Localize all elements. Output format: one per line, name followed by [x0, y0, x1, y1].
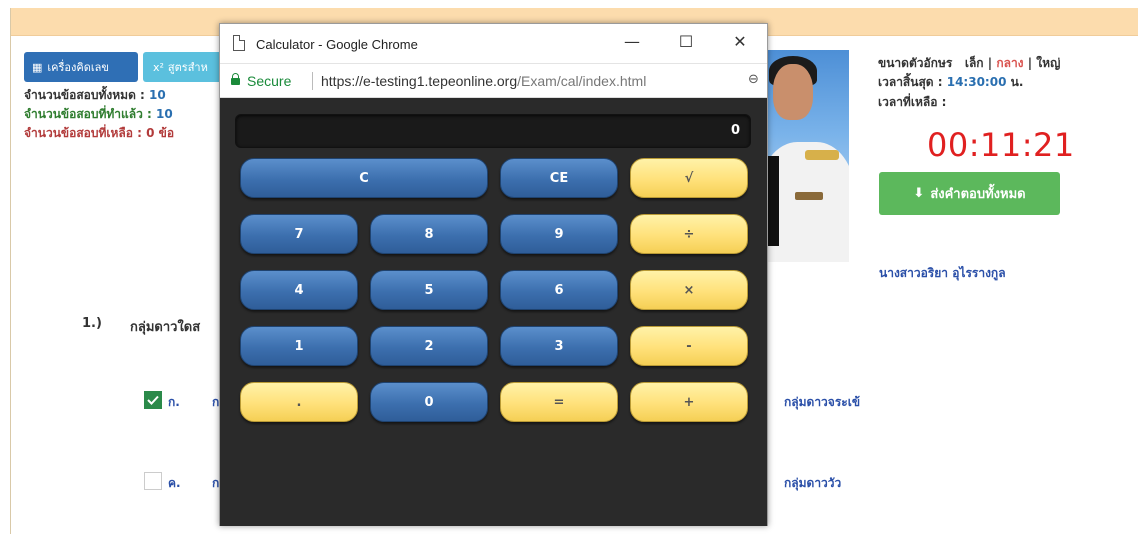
url-separator — [312, 72, 313, 90]
stat-total-value: 10 — [149, 88, 166, 102]
stat-remaining: จำนวนข้อสอบที่เหลือ : 0 ข้อ — [24, 124, 174, 143]
time-left-label: เวลาที่เหลือ : — [878, 95, 947, 109]
stat-remaining-label: จำนวนข้อสอบที่เหลือ : — [24, 126, 147, 140]
stat-total: จำนวนข้อสอบทั้งหมด : 10 — [24, 86, 166, 105]
key-9[interactable]: 9 — [500, 214, 618, 254]
url-text[interactable]: https://e-testing1.tepeonline.org/Exam/c… — [321, 73, 646, 89]
key-3[interactable]: 3 — [500, 326, 618, 366]
lock-icon — [231, 73, 240, 85]
key-0[interactable]: 0 — [370, 382, 488, 422]
end-time-value: 14:30:00 — [946, 75, 1007, 89]
maximize-button[interactable]: ☐ — [670, 30, 702, 54]
font-large-link[interactable]: ใหญ่ — [1036, 56, 1060, 70]
key-5[interactable]: 5 — [370, 270, 488, 310]
calculator-popup-window[interactable]: Calculator - Google Chrome — ☐ ✕ Secure … — [219, 23, 768, 526]
option-a-checkbox[interactable] — [144, 391, 162, 409]
url-host: https://e-testing1.tepeonline.org — [321, 73, 518, 89]
key-8[interactable]: 8 — [370, 214, 488, 254]
secure-label: Secure — [247, 73, 292, 89]
key-clear[interactable]: C — [240, 158, 488, 198]
key-sqrt[interactable]: √ — [630, 158, 748, 198]
exam-page: ▦ เครื่องคิดเลข x² สูตรสำห จำนวนข้อสอบทั… — [0, 0, 1138, 534]
download-icon: ⬇ — [913, 186, 925, 201]
window-title: Calculator - Google Chrome — [256, 37, 418, 52]
key-6[interactable]: 6 — [500, 270, 618, 310]
calculator-button[interactable]: ▦ เครื่องคิดเลข — [24, 52, 138, 82]
font-medium-link[interactable]: กลาง — [996, 56, 1023, 70]
key-divide[interactable]: ÷ — [630, 214, 748, 254]
student-name: นางสาวอริยา อุไรรางกูล — [879, 266, 1006, 280]
question-number: 1.) — [82, 316, 102, 331]
window-titlebar[interactable]: Calculator - Google Chrome — ☐ ✕ — [220, 24, 767, 64]
formula-icon: x² — [153, 60, 164, 74]
countdown-timer: 00:11:21 — [927, 126, 1075, 164]
key-7[interactable]: 7 — [240, 214, 358, 254]
key-1[interactable]: 1 — [240, 326, 358, 366]
stat-total-label: จำนวนข้อสอบทั้งหมด : — [24, 88, 150, 102]
key-add[interactable]: + — [630, 382, 748, 422]
submit-all-label: ส่งคำตอบทั้งหมด — [930, 187, 1026, 202]
key-4[interactable]: 4 — [240, 270, 358, 310]
stat-done: จำนวนข้อสอบที่ทำแล้ว : 10 — [24, 105, 173, 124]
close-button[interactable]: ✕ — [724, 30, 756, 54]
key-decimal[interactable]: . — [240, 382, 358, 422]
option-c-checkbox[interactable] — [144, 472, 162, 490]
formula-button[interactable]: x² สูตรสำห — [143, 52, 223, 82]
stat-done-value: 10 — [156, 107, 173, 121]
end-time-unit: น. — [1006, 75, 1024, 89]
end-time-label: เวลาสิ้นสุด : — [878, 75, 947, 89]
option-c-label: ค. — [168, 476, 181, 490]
key-2[interactable]: 2 — [370, 326, 488, 366]
question-text: กลุ่มดาวใดส — [130, 320, 201, 335]
end-time: เวลาสิ้นสุด : 14:30:00 น. — [878, 73, 1023, 92]
key-equals[interactable]: = — [500, 382, 618, 422]
option-a-label: ก. — [168, 395, 180, 409]
url-path: /Exam/cal/index.html — [517, 73, 647, 89]
key-clear-entry[interactable]: CE — [500, 158, 618, 198]
zoom-icon[interactable]: ⊖ — [748, 72, 759, 87]
check-icon — [147, 395, 159, 405]
page-icon — [233, 35, 245, 51]
formula-button-label: สูตรสำห — [167, 61, 208, 74]
stat-remaining-value: 0 ข้อ — [146, 126, 175, 140]
submit-all-button[interactable]: ⬇ ส่งคำตอบทั้งหมด — [879, 172, 1060, 215]
option-d-text[interactable]: กลุ่มดาววัว — [784, 474, 841, 493]
minimize-button[interactable]: — — [616, 30, 648, 54]
key-multiply[interactable]: × — [630, 270, 748, 310]
calculator-body: 0 C CE √ 7 8 9 ÷ 4 5 6 × 1 2 3 - . 0 = + — [220, 98, 767, 526]
key-subtract[interactable]: - — [630, 326, 748, 366]
address-bar[interactable]: Secure https://e-testing1.tepeonline.org… — [220, 64, 767, 98]
font-small-link[interactable]: เล็ก — [965, 56, 984, 70]
font-size-label: ขนาดตัวอักษร — [878, 56, 953, 70]
calculator-button-label: เครื่องคิดเลข — [47, 61, 109, 74]
calculator-icon: ▦ — [32, 60, 43, 74]
option-b-text[interactable]: กลุ่มดาวจระเข้ — [784, 393, 860, 412]
stat-done-label: จำนวนข้อสอบที่ทำแล้ว : — [24, 107, 157, 121]
calculator-display: 0 — [235, 114, 751, 148]
font-size-selector: ขนาดตัวอักษร เล็ก | กลาง | ใหญ่ — [878, 56, 1061, 70]
student-photo — [765, 50, 849, 262]
